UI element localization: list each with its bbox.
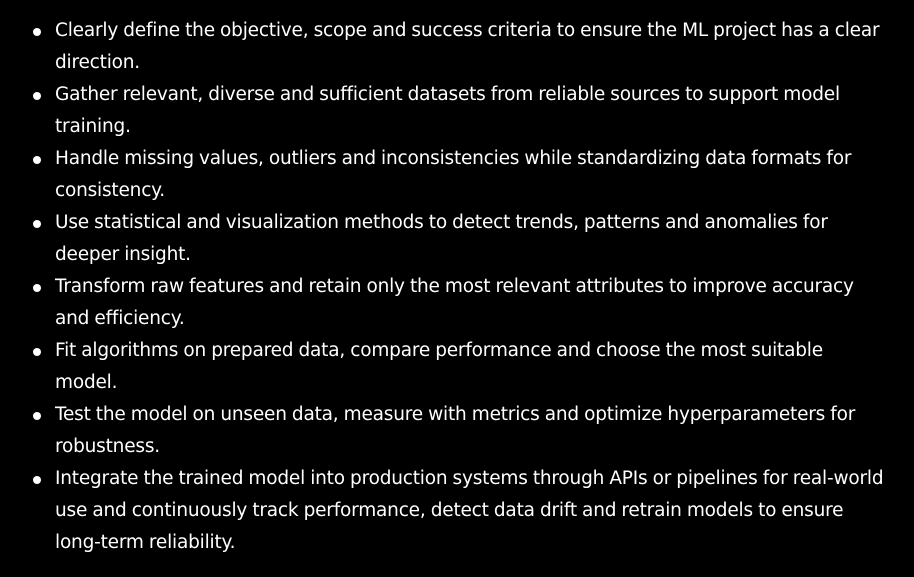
bullet-icon	[33, 156, 41, 164]
bullet-icon	[33, 28, 41, 36]
list-item: Integrate the trained model into product…	[30, 463, 884, 559]
list-item: Test the model on unseen data, measure w…	[30, 399, 884, 463]
bullet-icon	[33, 412, 41, 420]
list-item-text: Handle missing values, outliers and inco…	[55, 148, 852, 201]
list-item-text: Use statistical and visualization method…	[55, 212, 828, 265]
bullet-list: Clearly define the objective, scope and …	[30, 15, 884, 559]
bullet-icon	[33, 92, 41, 100]
list-item: Handle missing values, outliers and inco…	[30, 143, 884, 207]
list-item: Clearly define the objective, scope and …	[30, 15, 884, 79]
list-item: Gather relevant, diverse and sufficient …	[30, 79, 884, 143]
list-item: Fit algorithms on prepared data, compare…	[30, 335, 884, 399]
list-item: Transform raw features and retain only t…	[30, 271, 884, 335]
bullet-icon	[33, 284, 41, 292]
bullet-icon	[33, 220, 41, 228]
bullet-icon	[33, 348, 41, 356]
list-item: Use statistical and visualization method…	[30, 207, 884, 271]
list-item-text: Fit algorithms on prepared data, compare…	[55, 340, 823, 393]
bullet-icon	[33, 476, 41, 484]
list-item-text: Test the model on unseen data, measure w…	[55, 404, 856, 457]
document-body: Clearly define the objective, scope and …	[0, 0, 914, 577]
list-item-text: Integrate the trained model into product…	[55, 468, 884, 553]
list-item-text: Transform raw features and retain only t…	[55, 276, 854, 329]
list-item-text: Clearly define the objective, scope and …	[55, 20, 880, 73]
list-item-text: Gather relevant, diverse and sufficient …	[55, 84, 840, 137]
